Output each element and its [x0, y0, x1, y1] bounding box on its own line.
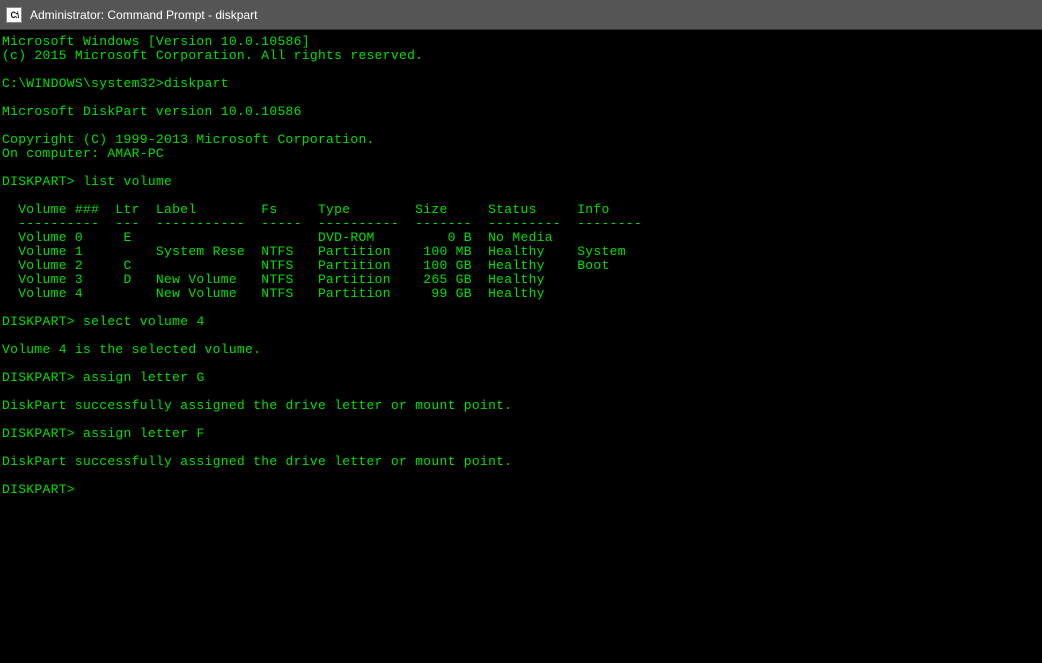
table-header: Volume ### Ltr Label Fs Type Size Status…	[2, 202, 610, 217]
table-row: Volume 4 New Volume NTFS Partition 99 GB…	[2, 286, 545, 301]
diskpart-prompt: DISKPART>	[2, 426, 75, 441]
diskpart-prompt: DISKPART>	[2, 314, 75, 329]
diskpart-prompt: DISKPART>	[2, 370, 75, 385]
table-row: Volume 0 E DVD-ROM 0 B No Media	[2, 230, 553, 245]
table-divider: ---------- --- ----------- ----- -------…	[2, 216, 642, 231]
command-select-volume: select volume 4	[83, 314, 205, 329]
command-list-volume: list volume	[83, 174, 172, 189]
initial-command: diskpart	[164, 76, 229, 91]
diskpart-version-line: Microsoft DiskPart version 10.0.10586	[2, 104, 302, 119]
diskpart-prompt: DISKPART>	[2, 482, 75, 497]
table-row: Volume 3 D New Volume NTFS Partition 265…	[2, 272, 545, 287]
shell-prompt: C:\WINDOWS\system32>	[2, 76, 164, 91]
cmd-icon: C:\	[6, 7, 22, 23]
message-assigned: DiskPart successfully assigned the drive…	[2, 398, 512, 413]
command-assign-g: assign letter G	[83, 370, 205, 385]
window-titlebar[interactable]: C:\ Administrator: Command Prompt - disk…	[0, 0, 1042, 30]
diskpart-prompt: DISKPART>	[2, 174, 75, 189]
windows-version-line: Microsoft Windows [Version 10.0.10586]	[2, 34, 310, 49]
command-assign-f: assign letter F	[83, 426, 205, 441]
table-row: Volume 2 C NTFS Partition 100 GB Healthy…	[2, 258, 610, 273]
message-selected-volume: Volume 4 is the selected volume.	[2, 342, 261, 357]
window-title: Administrator: Command Prompt - diskpart	[30, 8, 257, 22]
diskpart-copyright-line: Copyright (C) 1999-2013 Microsoft Corpor…	[2, 132, 375, 147]
table-row: Volume 1 System Rese NTFS Partition 100 …	[2, 244, 626, 259]
windows-copyright-line: (c) 2015 Microsoft Corporation. All righ…	[2, 48, 423, 63]
diskpart-computer-line: On computer: AMAR-PC	[2, 146, 164, 161]
message-assigned: DiskPart successfully assigned the drive…	[2, 454, 512, 469]
cmd-icon-label: C:\	[10, 10, 18, 20]
terminal-output[interactable]: Microsoft Windows [Version 10.0.10586] (…	[0, 30, 1042, 663]
